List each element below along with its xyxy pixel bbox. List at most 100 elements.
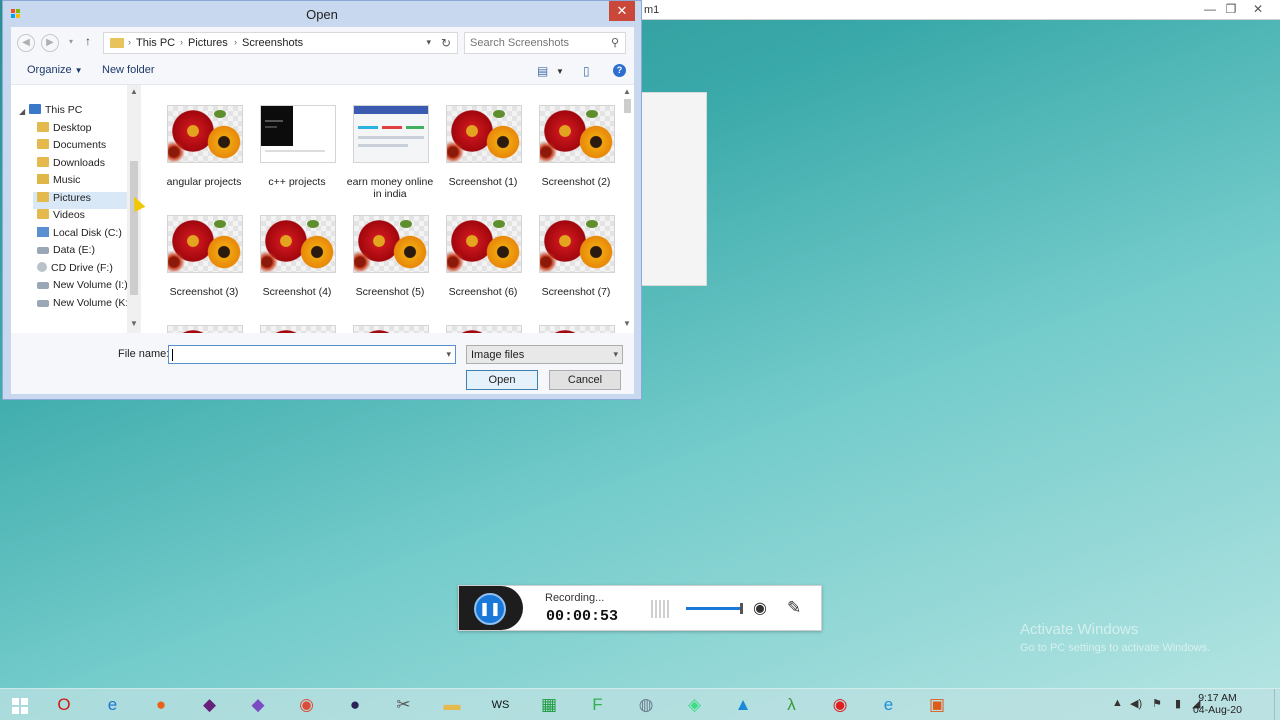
view-options-chevron-icon[interactable]: ▼ xyxy=(556,67,564,76)
chevron-down-icon[interactable]: ▾ xyxy=(613,349,618,360)
file-item[interactable]: Screenshot (3) xyxy=(158,195,250,298)
chevron-down-icon[interactable]: ▾ xyxy=(426,37,431,48)
tree-item-cd-drive-f[interactable]: CD Drive (F:) xyxy=(37,262,113,279)
file-item[interactable]: Screenshot (4) xyxy=(251,195,343,298)
file-item[interactable]: angular projects xyxy=(158,85,250,188)
close-icon[interactable]: ✕ xyxy=(1248,2,1268,16)
file-item[interactable] xyxy=(530,305,622,333)
file-item[interactable]: Screenshot (2) xyxy=(530,85,622,188)
scroll-down-arrow-icon[interactable]: ▼ xyxy=(621,319,633,328)
chrome-icon[interactable]: ◉ xyxy=(286,691,328,719)
change-view-icon[interactable]: ▤ xyxy=(537,64,548,78)
tree-item-data-e[interactable]: Data (E:) xyxy=(37,244,95,261)
mountain-app-icon[interactable]: ▲ xyxy=(722,691,764,719)
help-icon[interactable]: ? xyxy=(613,64,626,77)
tree-item-local-disk-c[interactable]: Local Disk (C:) xyxy=(37,227,122,244)
f-app-icon[interactable]: F xyxy=(577,691,619,719)
android-studio-icon[interactable]: ◈ xyxy=(674,691,716,719)
refresh-icon[interactable]: ↻ xyxy=(441,36,451,50)
file-item[interactable] xyxy=(344,305,436,333)
search-icon[interactable]: ⚲ xyxy=(611,36,619,49)
file-list-scrollbar[interactable]: ▲ ▼ xyxy=(621,85,634,333)
clock[interactable]: 9:17 AM 04-Aug-20 xyxy=(1193,692,1242,716)
tree-item-downloads[interactable]: Downloads xyxy=(37,157,105,174)
file-item[interactable]: Screenshot (5) xyxy=(344,195,436,298)
organize-button[interactable]: Organize ▼ xyxy=(27,64,83,76)
tree-item-music[interactable]: Music xyxy=(37,174,80,191)
tree-item-new-volume-k[interactable]: New Volume (K:) xyxy=(37,297,132,314)
pencil-icon[interactable]: ✎ xyxy=(787,598,801,618)
file-name-combobox[interactable]: ▾ xyxy=(168,345,456,364)
breadcrumb-this-pc[interactable]: This PC xyxy=(136,37,175,49)
file-item[interactable]: Screenshot (6) xyxy=(437,195,529,298)
tree-item-desktop[interactable]: Desktop xyxy=(37,122,92,139)
start-button[interactable] xyxy=(0,691,40,719)
internet-explorer-icon[interactable]: e xyxy=(92,691,134,719)
back-button[interactable]: ◀ xyxy=(17,34,35,52)
breadcrumb-pictures[interactable]: Pictures xyxy=(188,37,228,49)
chevron-down-icon[interactable]: ▾ xyxy=(446,349,451,360)
forward-button[interactable]: ▶ xyxy=(41,34,59,52)
file-item[interactable]: earn money online in india xyxy=(344,85,436,200)
tree-item-this-pc[interactable]: This PC xyxy=(29,104,82,121)
windows-flag-icon[interactable]: ▣ xyxy=(916,691,958,719)
chevron-right-icon[interactable]: › xyxy=(180,37,183,47)
tree-item-documents[interactable]: Documents xyxy=(37,139,106,156)
preview-pane-icon[interactable]: ▯ xyxy=(583,64,590,78)
file-explorer-icon[interactable]: ▬ xyxy=(431,691,473,719)
recent-locations-chevron-icon[interactable]: ▾ xyxy=(69,37,73,46)
open-button[interactable]: Open xyxy=(466,370,538,390)
file-item[interactable] xyxy=(158,305,250,333)
scrollbar-thumb[interactable] xyxy=(130,161,138,295)
search-input[interactable] xyxy=(470,36,600,50)
volume-slider[interactable] xyxy=(686,607,742,610)
flag-icon[interactable]: ⚑ xyxy=(1152,697,1162,710)
file-name-input[interactable] xyxy=(173,348,433,361)
dialog-titlebar[interactable]: Open ✕ xyxy=(3,1,641,27)
file-item[interactable] xyxy=(251,305,343,333)
file-item[interactable] xyxy=(437,305,529,333)
tree-item-new-volume-i[interactable]: New Volume (I:) xyxy=(37,279,128,296)
scroll-down-arrow-icon[interactable]: ▼ xyxy=(128,319,140,328)
dialog-close-button[interactable]: ✕ xyxy=(609,1,635,21)
lambda-app-icon[interactable]: λ xyxy=(771,691,813,719)
tree-item-videos[interactable]: Videos xyxy=(37,209,85,226)
opera-icon[interactable]: O xyxy=(43,691,85,719)
scroll-up-arrow-icon[interactable]: ▲ xyxy=(128,87,140,96)
store-icon[interactable]: ▦ xyxy=(528,691,570,719)
edge-icon[interactable]: e xyxy=(868,691,910,719)
chevron-right-icon[interactable]: › xyxy=(234,37,237,47)
volume-icon[interactable]: ◀) xyxy=(1130,697,1142,710)
webstorm-icon[interactable]: WS xyxy=(480,691,522,719)
eclipse-icon[interactable]: ● xyxy=(334,691,376,719)
battery-icon[interactable]: ▮ xyxy=(1175,697,1181,710)
up-arrow-icon[interactable]: ↑ xyxy=(85,34,91,48)
address-bar[interactable]: › This PC › Pictures › Screenshots ▾ ↻ xyxy=(103,32,458,54)
show-desktop-button[interactable] xyxy=(1274,689,1280,720)
pause-button[interactable]: ❚❚ xyxy=(474,593,506,625)
webcam-icon[interactable]: ◉ xyxy=(753,598,767,618)
scrollbar-thumb[interactable] xyxy=(624,99,631,113)
file-item[interactable]: Screenshot (7) xyxy=(530,195,622,298)
restore-icon[interactable]: ❐ xyxy=(1221,2,1241,16)
volume-slider-handle[interactable] xyxy=(740,603,743,614)
minimize-icon[interactable]: — xyxy=(1200,2,1220,16)
visual-studio-2019-icon[interactable]: ◆ xyxy=(237,691,279,719)
scroll-up-arrow-icon[interactable]: ▲ xyxy=(621,87,633,96)
visual-studio-icon[interactable]: ◆ xyxy=(189,691,231,719)
file-item[interactable]: Screenshot (1) xyxy=(437,85,529,188)
file-type-select[interactable]: Image files ▾ xyxy=(466,345,623,364)
tree-item-pictures[interactable]: Pictures xyxy=(33,192,131,209)
tools-icon[interactable]: ✂ xyxy=(383,691,425,719)
search-box[interactable]: ⚲ xyxy=(464,32,626,54)
breadcrumb-screenshots[interactable]: Screenshots xyxy=(242,37,303,49)
cancel-button[interactable]: Cancel xyxy=(549,370,621,390)
new-folder-button[interactable]: New folder xyxy=(102,64,155,76)
firefox-icon[interactable]: ● xyxy=(140,691,182,719)
collapse-arrow-icon[interactable]: ◢ xyxy=(19,107,25,116)
file-item[interactable]: c++ projects xyxy=(251,85,343,188)
network-app-icon[interactable]: ◍ xyxy=(625,691,667,719)
show-hidden-icons-icon[interactable]: ▲ xyxy=(1112,697,1123,709)
chevron-right-icon[interactable]: › xyxy=(128,37,131,47)
screen-recorder-icon[interactable]: ◉ xyxy=(819,691,861,719)
